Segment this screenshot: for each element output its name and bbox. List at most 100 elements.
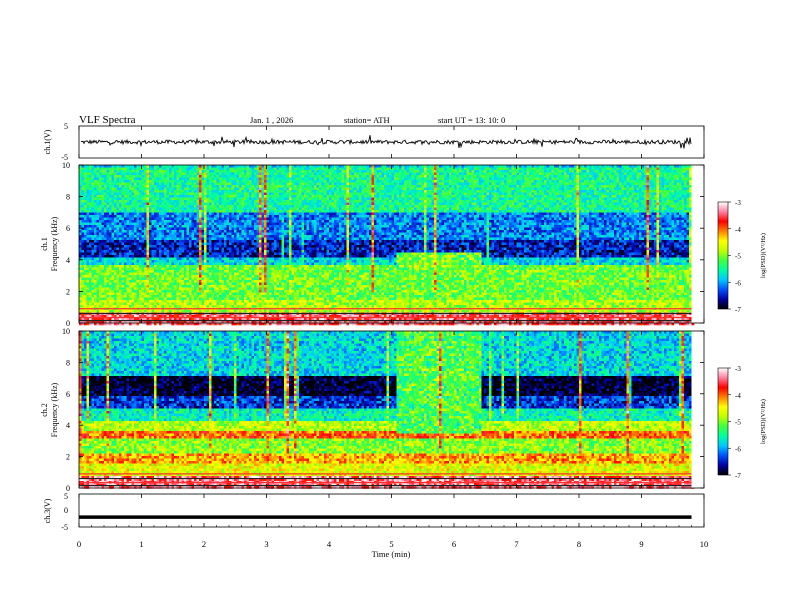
spectrogram-cell bbox=[82, 245, 85, 248]
spectrogram-cell bbox=[84, 303, 87, 306]
spectrogram-cell bbox=[109, 280, 112, 283]
spectrogram-cell bbox=[109, 260, 112, 263]
spectrogram-cell bbox=[112, 225, 115, 228]
spectrogram-cell bbox=[107, 305, 110, 308]
spectrogram-cell bbox=[122, 223, 125, 226]
spectrogram-cell bbox=[132, 240, 135, 243]
spectrogram-cell bbox=[112, 180, 115, 183]
spectrogram-cell bbox=[99, 285, 102, 288]
spectrogram-cell bbox=[127, 210, 130, 213]
spectrogram-cell bbox=[99, 283, 102, 286]
spectrogram-cell bbox=[112, 195, 115, 198]
spectrogram-cell bbox=[82, 305, 85, 308]
spectrogram-cell bbox=[92, 210, 95, 213]
spectrogram-cell bbox=[132, 245, 135, 248]
spectrogram-cell bbox=[82, 265, 85, 268]
spectrogram-cell bbox=[102, 250, 105, 253]
spectrogram-cell bbox=[92, 303, 95, 306]
spectrogram-cell bbox=[112, 218, 115, 221]
spectrogram-cell bbox=[127, 270, 130, 273]
spectrogram-cell bbox=[117, 190, 120, 193]
spectrogram-cell bbox=[87, 165, 90, 168]
spectrogram-cell bbox=[119, 283, 122, 286]
spectrogram-cell bbox=[109, 193, 112, 196]
spectrogram-cell bbox=[92, 230, 95, 233]
spectrogram-cell bbox=[114, 280, 117, 283]
spectrogram-cell bbox=[127, 170, 130, 173]
spectrogram-cell bbox=[107, 210, 110, 213]
spectrogram-cell bbox=[84, 183, 87, 186]
spectrogram-cell bbox=[119, 300, 122, 303]
spectrogram-cell bbox=[99, 185, 102, 188]
spectrogram-cell bbox=[102, 283, 105, 286]
spectrogram-cell bbox=[89, 205, 92, 208]
spectrogram-cell bbox=[104, 268, 107, 271]
spectrogram-cell bbox=[89, 275, 92, 278]
spectrogram-cell bbox=[127, 233, 130, 236]
spectrogram-cell bbox=[119, 218, 122, 221]
spectrogram-cell bbox=[82, 230, 85, 233]
spectrogram-cell bbox=[102, 230, 105, 233]
spectrogram-cell bbox=[122, 178, 125, 181]
spectrogram-cell bbox=[79, 293, 82, 296]
spectrogram-cell bbox=[114, 265, 117, 268]
spectrogram-cell bbox=[87, 275, 90, 278]
spectrogram-cell bbox=[89, 170, 92, 173]
spectrogram-cell bbox=[102, 213, 105, 216]
spectrogram-cell bbox=[127, 238, 130, 241]
spectrogram-cell bbox=[79, 170, 82, 173]
spectrogram-cell bbox=[89, 248, 92, 251]
spectrogram-cell bbox=[84, 235, 87, 238]
spectrogram-cell bbox=[102, 168, 105, 171]
spectrogram-cell bbox=[102, 290, 105, 293]
spectrogram-cell bbox=[92, 178, 95, 181]
spectrogram-cell bbox=[107, 175, 110, 178]
spectrogram-cell bbox=[117, 270, 120, 273]
spectrogram-cell bbox=[129, 253, 132, 256]
spectrogram-cell bbox=[92, 295, 95, 298]
spectrogram-cell bbox=[132, 165, 135, 168]
spectrogram-cell bbox=[112, 285, 115, 288]
spectrogram-cell bbox=[84, 178, 87, 181]
spectrogram-cell bbox=[129, 305, 132, 308]
spectrogram-cell bbox=[119, 295, 122, 298]
spectrogram-cell bbox=[94, 238, 97, 241]
spectrogram-cell bbox=[99, 245, 102, 248]
spectrogram-cell bbox=[79, 253, 82, 256]
spectrogram-cell bbox=[79, 215, 82, 218]
spectrogram-cell bbox=[114, 178, 117, 181]
spectrogram-cell bbox=[127, 278, 130, 281]
spectrogram-cell bbox=[79, 270, 82, 273]
spectrogram-cell bbox=[79, 303, 82, 306]
spectrogram-cell bbox=[132, 235, 135, 238]
spectrogram-cell bbox=[84, 208, 87, 211]
spectrogram-cell bbox=[124, 183, 127, 186]
spectrogram-cell bbox=[97, 248, 100, 251]
spectrogram-cell bbox=[79, 168, 82, 171]
spectrogram-cell bbox=[97, 305, 100, 308]
spectrogram-cell bbox=[102, 223, 105, 226]
spectrogram-cell bbox=[82, 185, 85, 188]
spectrogram-cell bbox=[122, 188, 125, 191]
spectrogram-cell bbox=[94, 293, 97, 296]
spectrogram-cell bbox=[104, 223, 107, 226]
spectrogram-cell bbox=[84, 265, 87, 268]
spectrogram-cell bbox=[97, 218, 100, 221]
spectrogram-cell bbox=[99, 215, 102, 218]
spectrogram-cell bbox=[132, 260, 135, 263]
spectrogram-cell bbox=[117, 263, 120, 266]
spectrogram-cell bbox=[124, 193, 127, 196]
spectrogram-cell bbox=[114, 275, 117, 278]
spectrogram-cell bbox=[89, 243, 92, 246]
spectrogram-cell bbox=[94, 258, 97, 261]
spectrogram-cell bbox=[87, 253, 90, 256]
spectrogram-cell bbox=[119, 198, 122, 201]
spectrogram-cell bbox=[104, 238, 107, 241]
spectrogram-cell bbox=[107, 213, 110, 216]
spectrogram-cell bbox=[82, 295, 85, 298]
spectrogram-cell bbox=[102, 228, 105, 231]
spectrogram-cell bbox=[114, 253, 117, 256]
spectrogram-cell bbox=[114, 240, 117, 243]
spectrogram-cell bbox=[97, 183, 100, 186]
spectrogram-cell bbox=[97, 230, 100, 233]
